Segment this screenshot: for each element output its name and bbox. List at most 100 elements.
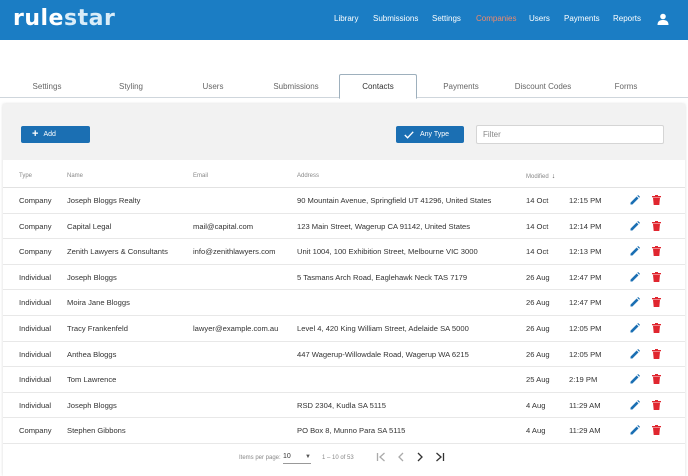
type-filter-button[interactable]: Any Type — [396, 126, 464, 143]
next-page-icon[interactable] — [414, 451, 426, 463]
tab-submissions[interactable]: Submissions — [249, 74, 343, 98]
contacts-panel: + Add Any Type Type Name Email Address M… — [3, 104, 685, 476]
tab-users[interactable]: Users — [166, 74, 260, 98]
cell-email: lawyer@example.com.au — [193, 324, 279, 333]
cell-address: RSD 2304, Kudla SA 5115 — [297, 400, 386, 410]
previous-page-icon[interactable] — [395, 451, 407, 463]
logo-rule-text: rule — [13, 6, 64, 31]
items-per-page-label: Items per page: — [239, 455, 281, 461]
arrow-down-icon[interactable]: ↓ — [552, 173, 556, 180]
cell-modified-date: 25 Aug — [526, 375, 550, 385]
tab-payments[interactable]: Payments — [414, 74, 508, 98]
column-header-name[interactable]: Name — [67, 173, 83, 179]
edit-icon[interactable] — [630, 374, 640, 384]
cell-name: Tracy Frankenfeld — [67, 324, 128, 333]
edit-icon[interactable] — [630, 323, 640, 333]
nav-item-settings[interactable]: Settings — [432, 14, 461, 23]
table-row[interactable]: Company Joseph Bloggs Realty 90 Mountain A… — [3, 188, 685, 214]
edit-icon[interactable] — [630, 348, 640, 359]
cell-modified-date: 26 Aug — [526, 272, 550, 282]
table-row[interactable]: Individual Joseph Bloggs RSD 2304, Kudla S… — [3, 393, 685, 419]
cell-modified-date: 14 Oct — [526, 247, 549, 257]
cell-type: Individual — [19, 324, 52, 333]
column-header-email[interactable]: Email — [193, 173, 208, 179]
pagination-range: 1 – 10 of 53 — [322, 455, 354, 461]
tab-contacts[interactable]: Contacts — [339, 74, 417, 99]
nav-item-reports[interactable]: Reports — [613, 14, 641, 23]
nav-item-library[interactable]: Library — [334, 14, 358, 23]
nav-item-payments[interactable]: Payments — [564, 14, 600, 23]
filter-input[interactable] — [476, 125, 664, 144]
caret-down-icon: ▼ — [305, 454, 311, 460]
cell-modified-date: 4 Aug — [526, 400, 546, 410]
tab-forms[interactable]: Forms — [579, 74, 673, 98]
first-page-icon[interactable] — [375, 451, 387, 463]
settings-tabs: Settings Styling Users Submissions Conta… — [0, 74, 688, 99]
trash-icon[interactable] — [652, 246, 661, 257]
edit-icon[interactable] — [630, 220, 640, 231]
tab-discount-codes[interactable]: Discount Codes — [496, 74, 590, 98]
edit-icon[interactable] — [630, 271, 640, 282]
trash-icon[interactable] — [652, 271, 661, 282]
cell-name: Stephen Gibbons — [67, 426, 126, 436]
table-row[interactable]: Individual Tom Lawrence 25 Aug 2:19 PM — [3, 367, 685, 393]
logo-star-text: star — [63, 6, 116, 31]
cell-address: 123 Main Street, Wagerup CA 91142, Unite… — [297, 221, 471, 231]
trash-icon[interactable] — [652, 220, 661, 231]
column-header-modified-label: Modified — [526, 174, 549, 180]
table-row[interactable]: Company Stephen Gibbons PO Box 8, Munno Pa… — [3, 418, 685, 444]
add-contact-button[interactable]: + Add — [21, 126, 90, 143]
column-header-address[interactable]: Address — [297, 173, 319, 179]
cell-modified-date: 26 Aug — [526, 298, 550, 308]
logo[interactable]: rulestar — [13, 6, 115, 31]
cell-name: Capital Legal — [67, 221, 112, 231]
cell-modified-date: 4 Aug — [526, 426, 546, 436]
table-row[interactable]: Individual Tracy Frankenfeld lawyer@exampl… — [3, 316, 685, 342]
user-icon[interactable] — [657, 13, 669, 25]
cell-modified-date: 26 Aug — [526, 349, 550, 359]
cell-name: Joseph Bloggs — [67, 272, 117, 282]
trash-icon[interactable] — [652, 297, 661, 308]
table-row[interactable]: Individual Anthea Bloggs 447 Wagerup-Willo… — [3, 342, 685, 368]
nav-item-submissions[interactable]: Submissions — [373, 14, 418, 23]
column-header-type[interactable]: Type — [19, 173, 32, 179]
cell-type: Company — [19, 426, 52, 436]
nav-item-users[interactable]: Users — [529, 14, 550, 23]
edit-icon[interactable] — [630, 399, 640, 410]
edit-icon[interactable] — [630, 297, 640, 307]
cell-type: Individual — [19, 298, 52, 308]
cell-address: PO Box 8, Munno Para SA 5115 — [297, 426, 406, 436]
cell-modified-time: 11:29 AM — [569, 426, 601, 436]
type-filter-label: Any Type — [420, 131, 450, 138]
trash-icon[interactable] — [652, 425, 661, 436]
table-row[interactable]: Individual Joseph Bloggs 5 Tasmans Arch Ro… — [3, 265, 685, 291]
nav-item-companies[interactable]: Companies — [476, 14, 516, 23]
edit-icon[interactable] — [630, 246, 640, 256]
cell-email: mail@capital.com — [193, 221, 254, 231]
contacts-toolbar: + Add Any Type — [3, 104, 685, 160]
trash-icon[interactable] — [652, 399, 661, 410]
table-row[interactable]: Company Capital Legal mail@capital.com 123 … — [3, 214, 685, 240]
cell-address: Unit 1004, 100 Exhibition Street, Melbou… — [297, 247, 478, 257]
edit-icon[interactable] — [630, 425, 640, 435]
cell-modified-time: 12:47 PM — [569, 272, 602, 282]
items-per-page-value: 10 — [283, 453, 291, 460]
tab-styling[interactable]: Styling — [84, 74, 178, 98]
column-header-modified[interactable]: Modified ↓ — [526, 173, 555, 180]
cell-modified-date: 14 Oct — [526, 221, 549, 231]
trash-icon[interactable] — [652, 374, 661, 385]
cell-modified-time: 12:05 PM — [569, 349, 602, 359]
cell-modified-time: 12:13 PM — [569, 247, 602, 257]
cell-address: 5 Tasmans Arch Road, Eaglehawk Neck TAS … — [297, 272, 468, 282]
table-row[interactable]: Company Zenith Lawyers & Consultants info@… — [3, 239, 685, 265]
trash-icon[interactable] — [652, 323, 661, 333]
trash-icon[interactable] — [652, 348, 661, 359]
cell-type: Individual — [19, 272, 52, 282]
last-page-icon[interactable] — [434, 451, 446, 463]
edit-icon[interactable] — [630, 195, 640, 205]
table-row[interactable]: Individual Moira Jane Bloggs 26 Aug 12:47 P… — [3, 290, 685, 316]
cell-name: Moira Jane Bloggs — [67, 298, 130, 308]
items-per-page-select[interactable]: 10 ▼ — [283, 453, 311, 464]
trash-icon[interactable] — [652, 195, 661, 205]
tab-settings[interactable]: Settings — [0, 74, 94, 98]
